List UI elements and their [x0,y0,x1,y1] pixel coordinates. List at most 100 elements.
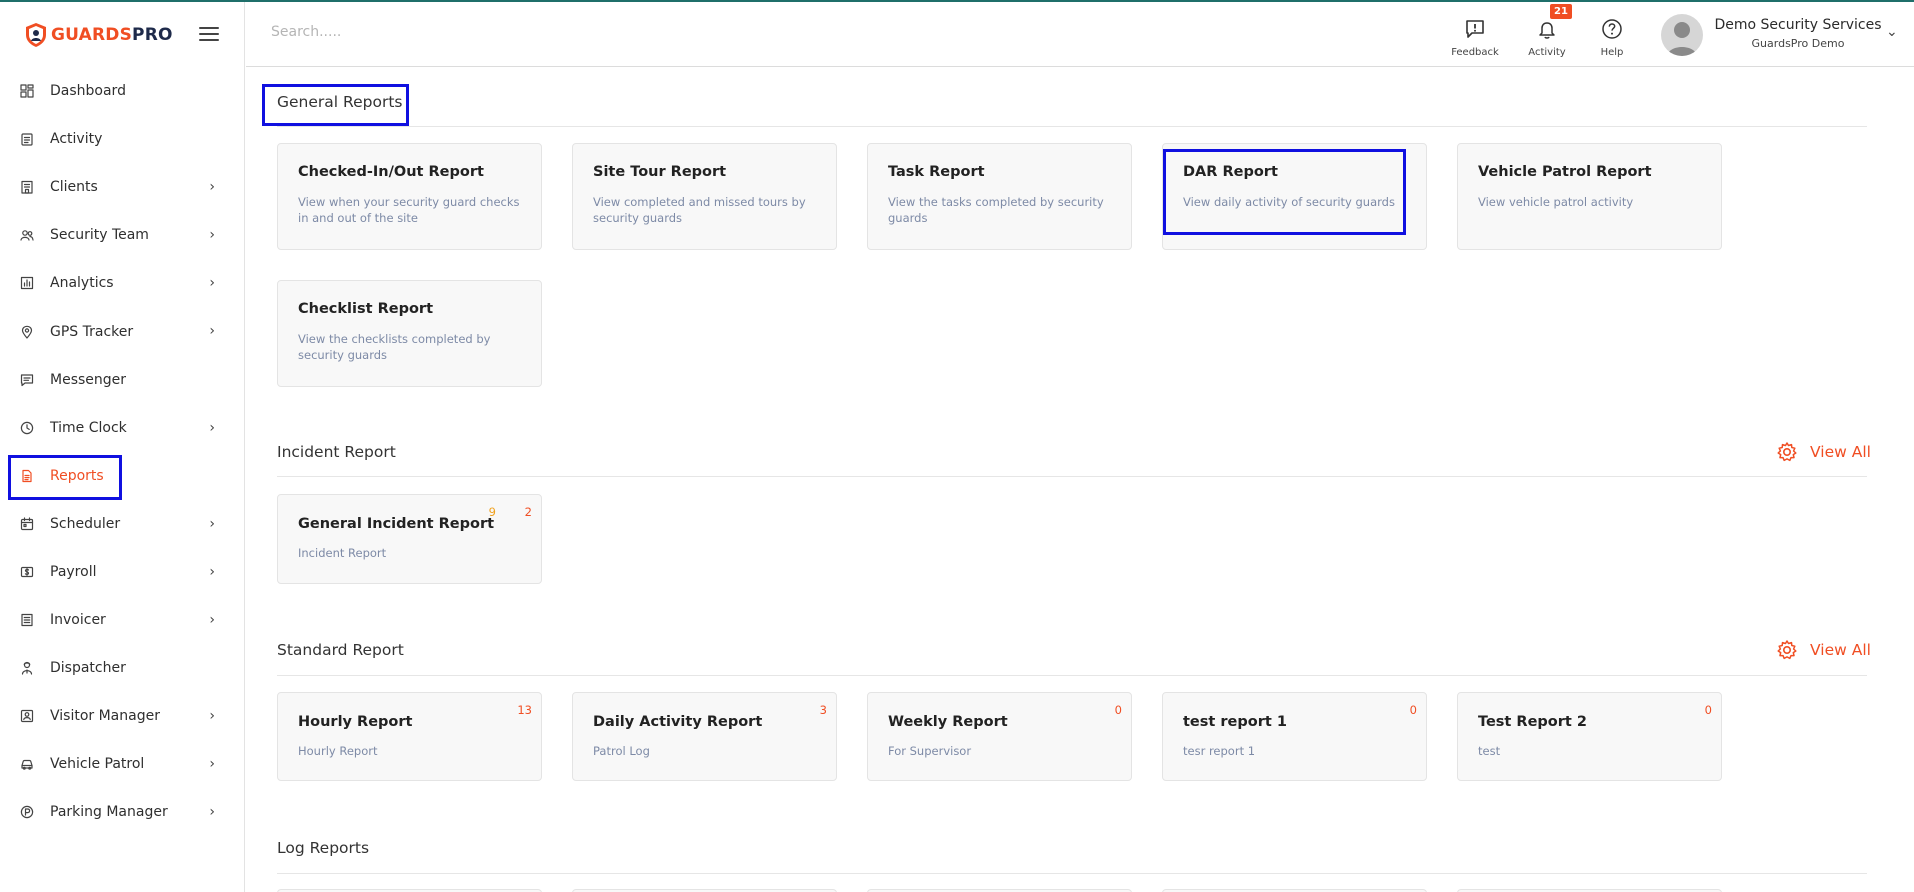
card-title: Task Report [888,164,985,180]
divider [277,476,1867,477]
dollar-icon [20,565,34,579]
report-count-badge: 0 [1409,703,1417,717]
chevron-right-icon: › [209,179,215,196]
sidebar-item-visitor-manager[interactable]: Visitor Manager › [0,692,245,740]
dispatcher-icon [20,661,34,675]
card-description: Hourly Report [298,744,378,758]
sidebar-item-messenger[interactable]: Messenger [0,356,245,404]
card-title: Weekly Report [888,714,1008,730]
sidebar-item-gps-tracker[interactable]: GPS Tracker › [0,307,245,355]
report-count-badge: 0 [1704,703,1712,717]
sidebar-item-label: Invoicer [50,612,106,629]
logo[interactable]: GUARDSPRO [25,20,173,50]
help-button[interactable]: Help [1582,16,1642,58]
sidebar-item-activity[interactable]: Activity [0,115,245,163]
view-all-label: View All [1810,641,1871,659]
chevron-right-icon: › [209,515,215,532]
user-avatar[interactable] [1661,14,1703,56]
standard-view-all-link[interactable]: View All [1776,639,1871,661]
user-name: Demo Security Services [1714,17,1882,33]
card-description: View daily activity of security guards [1183,195,1395,209]
sidebar-item-label: Time Clock [50,419,127,436]
site-tour-report-card[interactable]: Site Tour Report View completed and misse… [572,143,837,250]
chevron-right-icon: › [209,804,215,821]
sidebar-item-payroll[interactable]: Payroll › [0,548,245,596]
card-title: General Incident Report [298,516,495,532]
hourly-report-card[interactable]: Hourly Report Hourly Report 13 [277,692,542,781]
user-info[interactable]: Demo Security Services GuardsPro Demo [1713,17,1883,50]
new-count-badge: 2 [524,505,532,519]
sidebar-item-invoicer[interactable]: Invoicer › [0,596,245,644]
checklist-report-card[interactable]: Checklist Report View the checklists comp… [277,280,542,387]
sidebar-item-clients[interactable]: Clients › [0,163,245,211]
card-description: View completed and missed tours by secur… [593,195,806,225]
sidebar-item-analytics[interactable]: Analytics › [0,259,245,307]
test-report-1-card[interactable]: test report 1 tesr report 1 0 [1162,692,1427,781]
report-count-badge: 13 [517,703,532,717]
card-description: test [1478,744,1501,758]
chevron-right-icon: › [209,756,215,773]
sidebar-item-label: Clients [50,179,98,196]
chevron-right-icon: › [209,612,215,629]
gear-icon [1777,640,1797,660]
incident-view-all-link[interactable]: View All [1776,441,1871,463]
daily-activity-report-card[interactable]: Daily Activity Report Patrol Log 3 [572,692,837,781]
vehicle-patrol-report-card[interactable]: Vehicle Patrol Report View vehicle patrol… [1457,143,1722,250]
chevron-right-icon: › [209,419,215,436]
card-description: tesr report 1 [1183,744,1256,758]
divider [277,873,1867,874]
sidebar-nav: Dashboard Activity Clients › Security Team › A… [0,67,245,837]
sidebar-item-label: Scheduler [50,515,121,532]
sidebar-item-parking-manager[interactable]: Parking Manager › [0,788,245,836]
card-title: Test Report 2 [1478,714,1587,730]
log-reports-title: Log Reports [277,839,370,857]
clock-icon [20,421,34,435]
sidebar-item-reports[interactable]: Reports [0,452,245,500]
parking-icon [20,805,34,819]
chevron-right-icon: › [209,563,215,580]
card-title: Checklist Report [298,301,434,317]
card-title: Vehicle Patrol Report [1478,164,1652,180]
divider [277,126,1867,127]
shield-logo-icon [26,23,46,47]
view-all-label: View All [1810,443,1871,461]
standard-report-title: Standard Report [277,641,404,659]
sidebar-item-dispatcher[interactable]: Dispatcher [0,644,245,692]
sidebar-item-label: Security Team [50,227,149,244]
general-reports-title: General Reports [277,93,403,111]
sidebar-item-security-team[interactable]: Security Team › [0,211,245,259]
sidebar-item-vehicle-patrol[interactable]: Vehicle Patrol › [0,740,245,788]
card-description: For Supervisor [888,744,972,758]
chevron-right-icon: › [209,275,215,292]
sidebar-item-label: Parking Manager [50,804,168,821]
feedback-button[interactable]: Feedback [1445,16,1505,58]
calendar-icon [20,517,34,531]
sidebar-item-label: Payroll [50,563,97,580]
sidebar-item-label: Analytics [50,275,114,292]
bar-chart-icon [20,276,34,290]
help-label: Help [1600,47,1624,58]
sidebar-item-dashboard[interactable]: Dashboard [0,67,245,115]
sidebar-item-time-clock[interactable]: Time Clock › [0,404,245,452]
weekly-report-card[interactable]: Weekly Report For Supervisor 0 [867,692,1132,781]
incident-report-title: Incident Report [277,443,396,461]
general-incident-report-card[interactable]: General Incident Report Incident Report 9 2 [277,494,542,584]
dar-report-card[interactable]: DAR Report View daily activity of securit… [1162,143,1427,250]
menu-toggle-icon[interactable] [199,27,219,43]
search-input[interactable] [271,24,571,40]
sidebar-item-label: GPS Tracker [50,323,134,340]
sidebar: GUARDSPRO Dashboard Activity Clients › Secur… [0,2,245,892]
card-title: Daily Activity Report [593,714,763,730]
task-report-card[interactable]: Task Report View the tasks completed by s… [867,143,1132,250]
sidebar-item-label: Dashboard [50,83,126,100]
test-report-2-card[interactable]: Test Report 2 test 0 [1457,692,1722,781]
sidebar-item-scheduler[interactable]: Scheduler › [0,500,245,548]
sidebar-item-label: Visitor Manager [50,708,160,725]
chevron-down-icon[interactable]: ⌄ [1886,24,1898,40]
card-title: DAR Report [1183,164,1278,180]
users-icon [20,228,34,242]
car-icon [20,757,34,771]
activity-button[interactable]: 21 Activity [1517,4,1577,58]
id-card-icon [20,709,34,723]
checked-in-out-report-card[interactable]: Checked-In/Out Report View when your secu… [277,143,542,250]
